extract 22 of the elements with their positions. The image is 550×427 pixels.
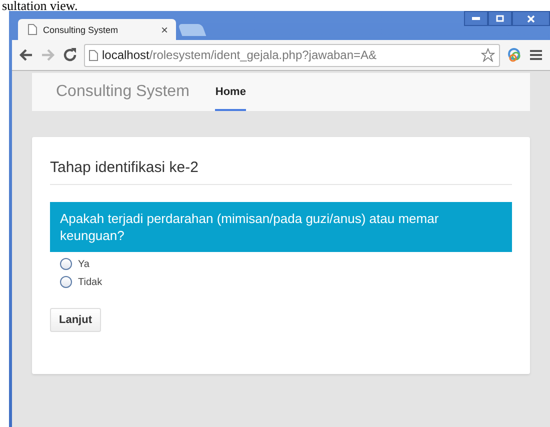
caption: sultation view. <box>1 0 79 11</box>
menu-icon[interactable] <box>528 47 544 63</box>
browser-tab[interactable]: Consulting System × <box>18 19 176 40</box>
back-icon[interactable] <box>18 47 34 63</box>
minimize-icon[interactable] <box>464 11 488 26</box>
close-tab-icon[interactable]: × <box>160 22 168 36</box>
reload-icon[interactable] <box>62 47 78 63</box>
address-bar[interactable]: localhost/rolesystem/ident_gejala.php?jawaban=A& <box>84 44 500 66</box>
maximize-icon[interactable] <box>488 11 512 26</box>
close-icon[interactable] <box>512 11 550 26</box>
option-label: Tidak <box>78 276 102 288</box>
radio-button[interactable] <box>60 258 72 270</box>
radio-button[interactable] <box>60 276 72 288</box>
page-icon <box>89 50 98 60</box>
question-banner: Apakah terjadi perdarahan (mimisan/pada guzi/anus) atau memar keunguan? <box>50 202 512 252</box>
extension-icon[interactable] <box>506 47 522 63</box>
star-icon[interactable] <box>481 48 495 62</box>
card-title: Tahap identifikasi ke-2 <box>50 159 512 185</box>
page-icon <box>28 24 37 35</box>
option-label: Ya <box>78 258 90 270</box>
nav-link[interactable]: Home <box>215 73 246 111</box>
next-button[interactable]: Lanjut <box>50 308 101 332</box>
